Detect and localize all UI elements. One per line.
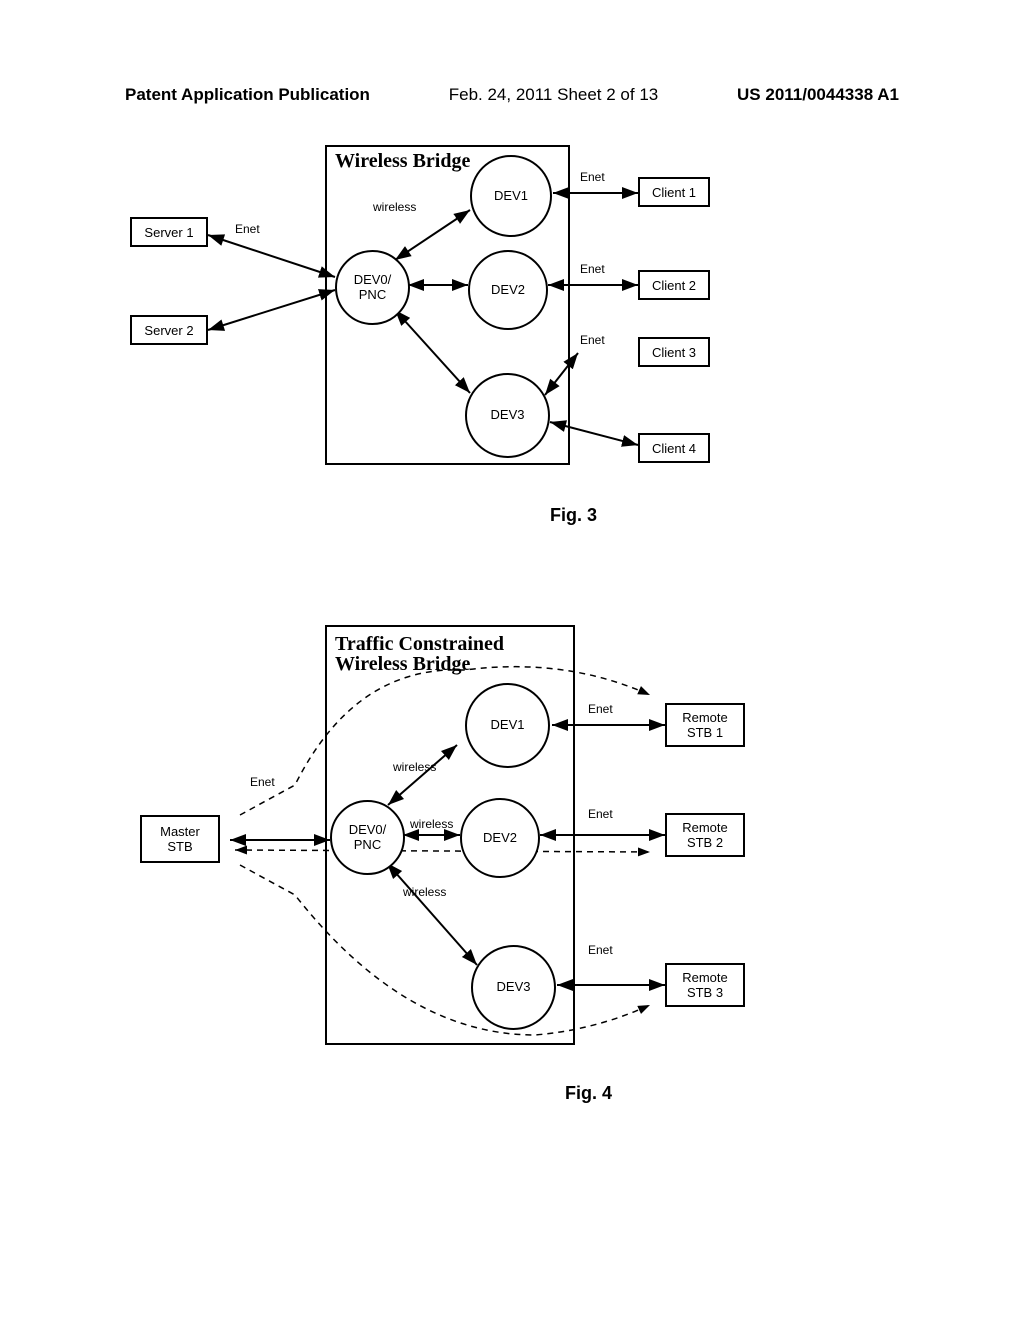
enet-label: Enet (580, 170, 605, 184)
enet-label: Enet (235, 222, 260, 236)
enet-label: Enet (250, 775, 275, 789)
remote1-box: Remote STB 1 (665, 703, 745, 747)
server2-box: Server 2 (130, 315, 208, 345)
dev0-circle-4: DEV0/ PNC (330, 800, 405, 875)
client4-box: Client 4 (638, 433, 710, 463)
dev0-circle: DEV0/ PNC (335, 250, 410, 325)
client3-box: Client 3 (638, 337, 710, 367)
wireless-label: wireless (410, 817, 453, 831)
wireless-label: wireless (403, 885, 446, 899)
enet-label: Enet (588, 943, 613, 957)
client2-box: Client 2 (638, 270, 710, 300)
enet-label: Enet (580, 262, 605, 276)
enet-label: Enet (588, 807, 613, 821)
wireless-label: wireless (373, 200, 416, 214)
header-left: Patent Application Publication (125, 85, 370, 105)
bridge-title-4b: Wireless Bridge (335, 653, 470, 676)
dev2-circle-4: DEV2 (460, 798, 540, 878)
bridge-title-3: Wireless Bridge (335, 150, 470, 173)
dev3-circle-4: DEV3 (471, 945, 556, 1030)
figure-4: Traffic Constrained Wireless Bridge Mast… (155, 605, 905, 1105)
figure-3: Wireless Bridge Server 1 Server 2 DEV0/ … (140, 135, 890, 515)
remote3-box: Remote STB 3 (665, 963, 745, 1007)
master-stb-box: Master STB (140, 815, 220, 863)
enet-label: Enet (588, 702, 613, 716)
dev2-circle: DEV2 (468, 250, 548, 330)
client1-box: Client 1 (638, 177, 710, 207)
remote2-box: Remote STB 2 (665, 813, 745, 857)
wireless-label: wireless (393, 760, 436, 774)
server1-box: Server 1 (130, 217, 208, 247)
dev1-circle-4: DEV1 (465, 683, 550, 768)
fig3-caption: Fig. 3 (550, 505, 597, 526)
enet-label: Enet (580, 333, 605, 347)
header-mid: Feb. 24, 2011 Sheet 2 of 13 (449, 85, 659, 105)
dev1-circle: DEV1 (470, 155, 552, 237)
dev3-circle: DEV3 (465, 373, 550, 458)
header-right: US 2011/0044338 A1 (737, 85, 899, 105)
fig4-caption: Fig. 4 (565, 1083, 612, 1104)
